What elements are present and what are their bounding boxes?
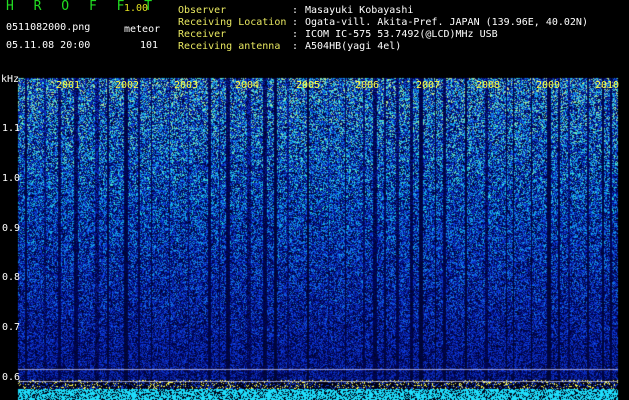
- time-tick-label: 2010: [595, 80, 620, 91]
- time-tick-label: 2008: [476, 80, 501, 91]
- freq-tick-label: 1.1: [2, 123, 21, 134]
- separator: :: [292, 17, 299, 28]
- freq-tick-label: 1.0: [2, 173, 21, 184]
- freq-tick-label: 0.9: [2, 223, 21, 234]
- freq-tick-label: 0.8: [2, 272, 21, 283]
- frequency-unit-label: kHz: [1, 74, 20, 85]
- antenna-value: A504HB(yagi 4el): [305, 41, 402, 52]
- freq-tick-label: 0.6: [2, 372, 21, 383]
- file-name: 0511082000.png: [6, 22, 91, 33]
- observer-label: Observer: [178, 5, 227, 16]
- event-count: 101: [140, 40, 159, 51]
- app-version: 1.00: [124, 3, 149, 14]
- location-label: Receiving Location: [178, 17, 287, 28]
- time-tick-label: 2002: [115, 80, 140, 91]
- separator: :: [292, 29, 299, 40]
- separator: :: [292, 5, 299, 16]
- time-tick-label: 2007: [416, 80, 441, 91]
- location-value: Ogata-vill. Akita-Pref. JAPAN (139.96E, …: [305, 17, 588, 28]
- time-tick-label: 2004: [235, 80, 260, 91]
- receiver-label: Receiver: [178, 29, 227, 40]
- spectrogram-canvas: [0, 0, 629, 400]
- observer-value: Masayuki Kobayashi: [305, 5, 414, 16]
- time-tick-label: 2009: [536, 80, 561, 91]
- time-tick-label: 2001: [56, 80, 81, 91]
- separator: :: [292, 41, 299, 52]
- receiver-value: ICOM IC-575 53.7492(@LCD)MHz USB: [305, 29, 498, 40]
- date-time: 05.11.08 20:00: [6, 40, 91, 51]
- antenna-label: Receiving antenna: [178, 41, 281, 52]
- time-tick-label: 2005: [296, 80, 321, 91]
- freq-tick-label: 0.7: [2, 322, 21, 333]
- mode-label: meteor: [124, 24, 161, 35]
- time-tick-label: 2006: [355, 80, 380, 91]
- time-tick-label: 2003: [174, 80, 199, 91]
